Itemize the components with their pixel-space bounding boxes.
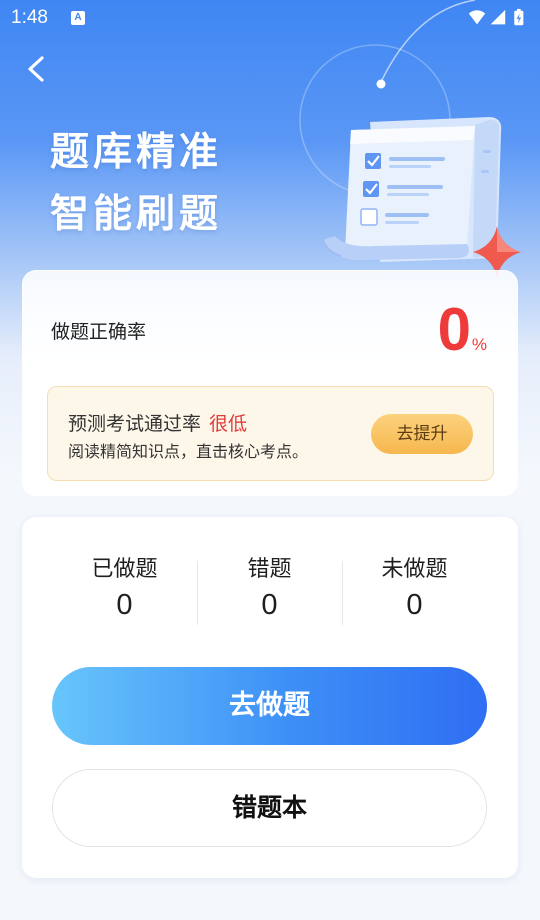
hero-title: 题库精准 智能刷题 (50, 122, 222, 246)
prediction-text-row: 预测考试通过率 很低 (68, 409, 247, 436)
accuracy-value: 0 (437, 296, 471, 363)
notification-icon: A (71, 11, 85, 25)
stats-card: 已做题 0 错题 0 未做题 0 去做题 错题本 (22, 517, 518, 878)
improve-button[interactable]: 去提升 (371, 414, 473, 454)
hero-title-line1: 题库精准 (50, 130, 223, 175)
stat-undone-value: 0 (406, 589, 423, 621)
status-time: 1:48 (11, 7, 48, 28)
prediction-text: 预测考试通过率 (68, 413, 202, 435)
stat-done-value: 0 (116, 589, 133, 621)
stat-wrong-label: 错题 (247, 557, 292, 582)
accuracy-unit: % (471, 335, 487, 354)
wrong-questions-button[interactable]: 错题本 (52, 769, 487, 847)
accuracy-label: 做题正确率 (51, 321, 147, 343)
checklist-scroll-illustration (299, 0, 521, 278)
prediction-subtitle: 阅读精简知识点，直击核心考点。 (68, 442, 309, 461)
stat-undone: 未做题 0 (342, 555, 487, 622)
chevron-left-icon (28, 56, 44, 82)
prediction-level: 很低 (209, 413, 248, 435)
hero-title-line2: 智能刷题 (50, 192, 223, 237)
stat-done-label: 已做题 (91, 557, 158, 582)
stat-wrong-value: 0 (261, 589, 278, 621)
back-button[interactable] (22, 53, 52, 85)
start-practice-button[interactable]: 去做题 (52, 667, 487, 745)
stat-undone-label: 未做题 (381, 557, 448, 582)
stat-wrong: 错题 0 (197, 555, 342, 622)
pass-rate-prediction: 预测考试通过率 很低 阅读精简知识点，直击核心考点。 去提升 (47, 386, 494, 481)
accuracy-card: 做题正确率 0 % 预测考试通过率 很低 阅读精简知识点，直击核心考点。 去提升 (22, 270, 518, 496)
stat-done: 已做题 0 (52, 555, 197, 622)
